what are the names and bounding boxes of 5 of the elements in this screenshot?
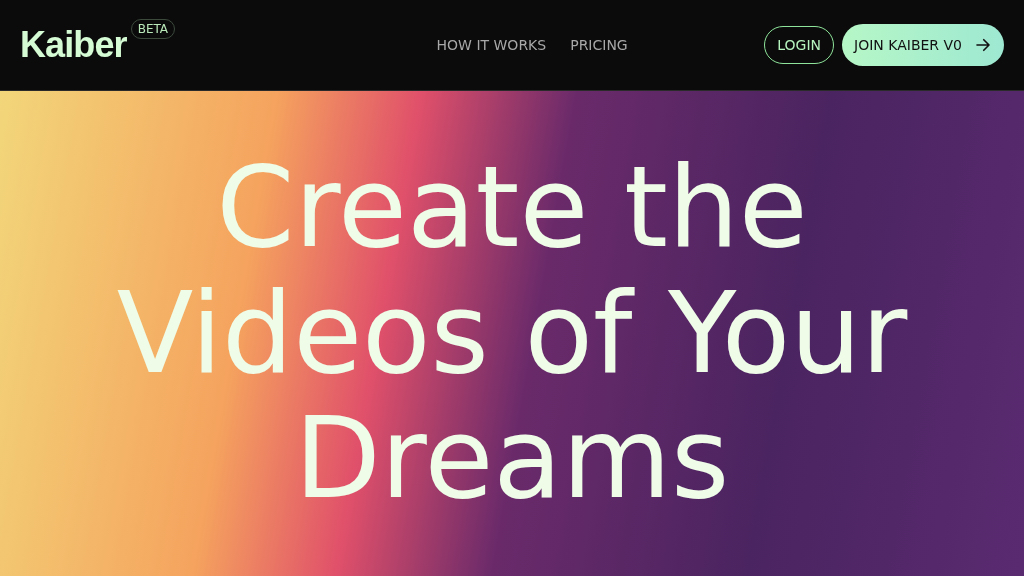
- logo[interactable]: Kaiber: [20, 27, 127, 63]
- arrow-right-icon: [974, 36, 992, 54]
- join-button[interactable]: JOIN KAIBER V0: [842, 24, 1004, 66]
- nav-link[interactable]: PRICING: [570, 34, 628, 56]
- nav-link[interactable]: HOW IT WORKS: [436, 34, 547, 56]
